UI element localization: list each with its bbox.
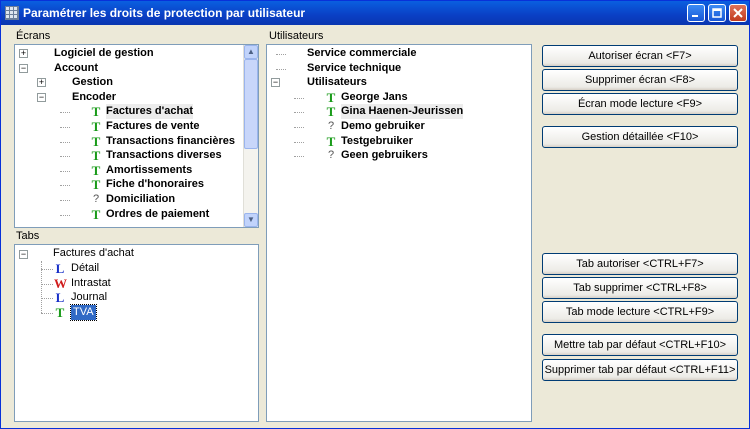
ecrans-scrollbar[interactable]: ▲ ▼	[243, 45, 258, 227]
ecran-tree-item-label: Ordres de paiement	[106, 207, 210, 220]
maximize-icon	[712, 8, 722, 18]
utilisateur-tree-item-label: Demo gebruiker	[341, 120, 425, 132]
collapse-icon[interactable]: −	[19, 63, 28, 73]
unknown-status-icon: ?	[327, 149, 335, 162]
supprimer-ecran-button[interactable]: Supprimer écran <F8>	[542, 69, 738, 91]
utilisateurs-label: Utilisateurs	[269, 30, 324, 42]
autoriser-ecran-button[interactable]: Autoriser écran <F7>	[542, 45, 738, 67]
tab-allowed-icon: T	[91, 206, 101, 222]
ecran-tree-item-label: Logiciel de gestion	[54, 47, 154, 59]
utilisateur-tree-item-label: Service commerciale	[307, 47, 417, 59]
tab-allowed-icon: T	[55, 304, 65, 320]
minimize-button[interactable]	[687, 4, 705, 22]
write-icon: W	[54, 275, 67, 291]
utilisateurs-tree[interactable]: Service commerciale Service technique − Uti…	[266, 44, 532, 422]
ecran-tree-item-label: Gestion	[72, 76, 113, 89]
tabs-label: Tabs	[16, 230, 40, 242]
unknown-status-icon: ?	[92, 193, 100, 205]
ecran-tree-item-label: Fiche d'honoraires	[106, 178, 204, 191]
utilisateur-tree-item-label: Service technique	[307, 61, 402, 74]
utilisateur-tree-item-label: Testgebruiker	[341, 134, 413, 147]
tab-supprimer-button[interactable]: Tab supprimer <CTRL+F8>	[542, 277, 738, 299]
tab-allowed-icon: T	[326, 133, 336, 149]
scroll-thumb[interactable]	[244, 59, 258, 149]
tab-allowed-icon: T	[326, 104, 336, 120]
grid-app-icon	[5, 6, 19, 20]
ecran-mode-lecture-button[interactable]: Écran mode lecture <F9>	[542, 93, 738, 115]
ecran-tree-item-label: Factures de vente	[106, 120, 200, 132]
mettre-tab-par-defaut-button[interactable]: Mettre tab par défaut <CTRL+F10>	[542, 334, 738, 356]
tab-tree-item-label: Journal	[71, 291, 108, 304]
ecran-tree-item-label: Account	[54, 61, 98, 74]
minimize-icon	[692, 15, 698, 17]
ecran-tree-item-label: Domiciliation	[106, 193, 176, 205]
utilisateur-tree-item-label: Gina Haenen-Jeurissen	[341, 104, 464, 120]
tab-allowed-icon: T	[91, 162, 101, 178]
ecran-tree-item-label: Transactions diverses	[106, 149, 222, 162]
close-icon	[733, 8, 743, 18]
ecran-tree-item-label: Amortissements	[106, 163, 193, 176]
collapse-icon[interactable]: −	[37, 92, 46, 102]
tab-allowed-icon: T	[91, 119, 101, 134]
gestion-detaillee-button[interactable]: Gestion détaillée <F10>	[542, 126, 738, 148]
main-window: Paramétrer les droits de protection par …	[0, 0, 750, 429]
close-button[interactable]	[729, 4, 747, 22]
tab-allowed-icon: T	[91, 104, 101, 120]
collapse-icon[interactable]: −	[271, 78, 280, 88]
tab-tree-item-label: Intrastat	[71, 276, 111, 289]
tab-tree-item-label: Détail	[71, 262, 100, 274]
ecran-tree-item-label: Encoder	[72, 90, 117, 103]
scroll-down-arrow-icon[interactable]: ▼	[244, 213, 258, 227]
utilisateur-tree-item-label: Geen gebruikers	[341, 149, 428, 162]
maximize-button[interactable]	[708, 4, 726, 22]
tabs-root-collapse-icon[interactable]: −	[19, 250, 28, 259]
ecrans-tree[interactable]: ▲ ▼ + Logiciel de gestion − Account + Gestion…	[14, 44, 259, 228]
utilisateur-tree-item-label: Utilisateurs	[307, 76, 367, 89]
tab-tree-item-label: TVA	[70, 303, 97, 321]
tabs-tree[interactable]: − Factures d'achat L Détail W Intrastat L Jou…	[14, 244, 259, 422]
scroll-up-arrow-icon[interactable]: ▲	[244, 45, 258, 59]
tab-autoriser-button[interactable]: Tab autoriser <CTRL+F7>	[542, 253, 738, 275]
read-only-icon: L	[55, 261, 65, 276]
tab-allowed-icon: T	[91, 177, 101, 193]
tab-allowed-icon: T	[326, 89, 336, 105]
tab-allowed-icon: T	[91, 133, 101, 149]
read-only-icon: L	[55, 290, 65, 306]
expand-icon[interactable]: +	[37, 78, 46, 88]
ecran-tree-item-label: Transactions financières	[106, 134, 235, 147]
supprimer-tab-par-defaut-button[interactable]: Supprimer tab par défaut <CTRL+F11>	[542, 359, 738, 381]
tab-allowed-icon: T	[91, 148, 101, 164]
ecran-tree-item-label: Factures d'achat	[106, 104, 193, 120]
ecrans-label: Écrans	[16, 30, 51, 42]
title-bar[interactable]: Paramétrer les droits de protection par …	[1, 1, 749, 25]
utilisateur-tree-item-label: George Jans	[341, 90, 408, 103]
window-title: Paramétrer les droits de protection par …	[23, 6, 306, 20]
unknown-status-icon: ?	[327, 120, 335, 132]
expand-icon[interactable]: +	[19, 49, 28, 58]
tab-mode-lecture-button[interactable]: Tab mode lecture <CTRL+F9>	[542, 301, 738, 323]
